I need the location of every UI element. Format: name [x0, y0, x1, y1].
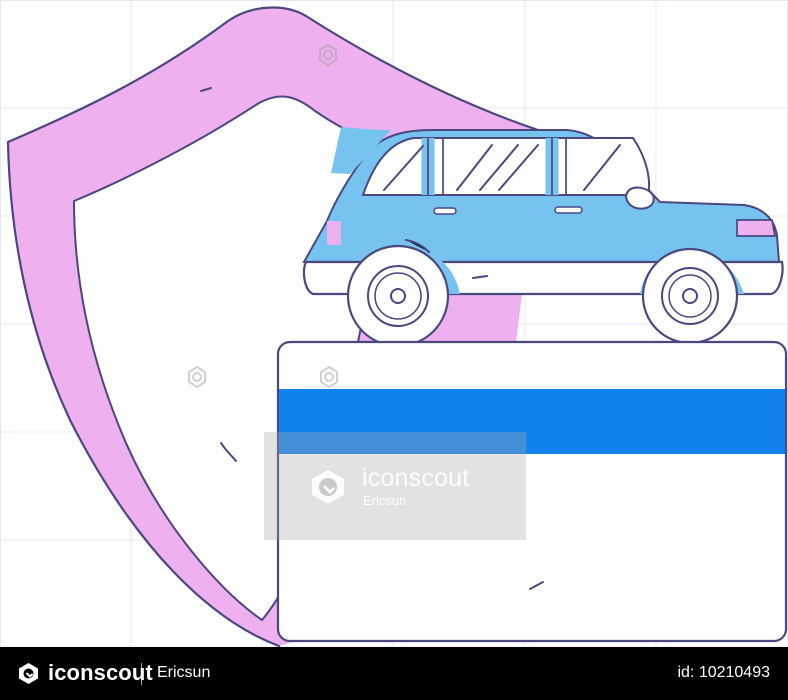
footer-bar: iconscout Ericsun id: 10210493	[0, 647, 788, 700]
car-icon	[302, 127, 784, 348]
illustration-stage: iconscout Ericsun	[0, 0, 788, 700]
footer-brand: iconscout	[48, 660, 153, 685]
watermark-small-icon	[319, 43, 337, 67]
watermark-author-text: Ericsun	[363, 493, 407, 508]
car-insurance-illustration	[0, 0, 788, 660]
watermark-overlay: iconscout Ericsun	[264, 432, 526, 540]
iconscout-logo-icon	[312, 470, 344, 504]
footer-divider	[141, 663, 142, 685]
asset-id: id: 10210493	[677, 664, 770, 681]
watermark-brand-text: iconscout	[362, 464, 470, 492]
watermark-small-icon	[320, 365, 338, 389]
footer-author: Ericsun	[157, 664, 211, 681]
iconscout-logo-icon	[19, 663, 38, 684]
watermark-small-icon	[188, 365, 206, 389]
